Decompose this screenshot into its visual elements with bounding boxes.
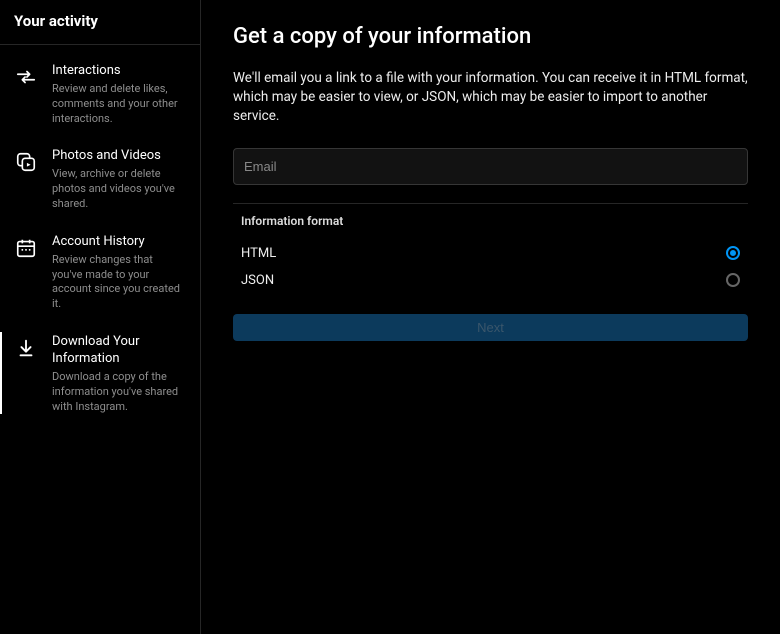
sidebar-title: Your activity: [14, 12, 186, 30]
sidebar-item-text: Account History Review changes that you'…: [52, 234, 186, 312]
sidebar-item-text: Download Your Information Download a cop…: [52, 334, 186, 414]
sidebar-item-title: Download Your Information: [52, 334, 186, 368]
sidebar-item-title: Interactions: [52, 63, 186, 80]
format-section: Information format HTML JSON: [233, 214, 748, 294]
sidebar-item-text: Photos and Videos View, archive or delet…: [52, 148, 186, 211]
download-icon: [14, 336, 38, 360]
sidebar-item-text: Interactions Review and delete likes, co…: [52, 63, 186, 126]
page-description: We'll email you a link to a file with yo…: [233, 69, 748, 126]
sidebar-item-title: Account History: [52, 234, 186, 251]
sidebar-item-desc: Review and delete likes, comments and yo…: [52, 82, 186, 127]
calendar-icon: [14, 236, 38, 260]
format-label: Information format: [241, 214, 740, 228]
sidebar-item-account-history[interactable]: Account History Review changes that you'…: [0, 226, 200, 326]
sidebar-item-desc: Download a copy of the information you'v…: [52, 370, 186, 415]
format-option-label: JSON: [241, 273, 274, 288]
sidebar-item-download-info[interactable]: Download Your Information Download a cop…: [0, 326, 200, 428]
format-option-label: HTML: [241, 246, 276, 261]
sidebar-item-photos-videos[interactable]: Photos and Videos View, archive or delet…: [0, 140, 200, 225]
next-button[interactable]: Next: [233, 314, 748, 341]
format-option-html[interactable]: HTML: [241, 240, 740, 267]
sidebar-item-interactions[interactable]: Interactions Review and delete likes, co…: [0, 55, 200, 140]
photos-videos-icon: [14, 150, 38, 174]
sidebar-item-title: Photos and Videos: [52, 148, 186, 165]
sidebar-item-desc: View, archive or delete photos and video…: [52, 167, 186, 212]
email-field[interactable]: [233, 148, 748, 185]
sidebar-item-desc: Review changes that you've made to your …: [52, 253, 186, 312]
divider: [233, 203, 748, 204]
radio-selected-icon: [726, 246, 740, 260]
interactions-icon: [14, 65, 38, 89]
radio-unselected-icon: [726, 273, 740, 287]
sidebar: Your activity Interactions Review and de…: [0, 0, 201, 634]
format-option-json[interactable]: JSON: [241, 267, 740, 294]
sidebar-header: Your activity: [0, 0, 200, 45]
page-title: Get a copy of your information: [233, 24, 748, 49]
sidebar-items: Interactions Review and delete likes, co…: [0, 45, 200, 428]
main-content: Get a copy of your information We'll ema…: [201, 0, 780, 634]
